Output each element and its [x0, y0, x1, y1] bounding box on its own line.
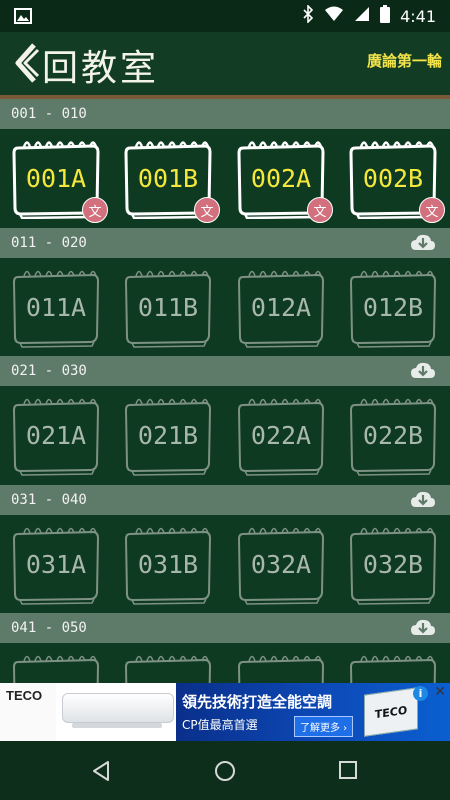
course-name: 廣論第一輪 [366, 52, 442, 70]
ad-close-icon[interactable]: ✕ [434, 684, 446, 700]
lesson-tile[interactable]: 031B [122, 523, 214, 605]
lesson-tile-label: 022A [250, 420, 312, 450]
lesson-tile-label: 011B [137, 292, 199, 322]
app-header: 回教室 廣論第一輪 [0, 32, 450, 95]
ad-learn-more-button[interactable]: 了解更多 › [294, 716, 354, 737]
text-badge-icon[interactable]: 文 [194, 197, 220, 223]
section-range-label: 021 - 030 [11, 363, 87, 379]
status-bar: 4:41 [0, 0, 450, 32]
text-badge-icon[interactable]: 文 [307, 197, 333, 223]
wifi-icon [324, 6, 344, 26]
clock-text: 4:41 [400, 6, 436, 26]
cloud-download-icon[interactable] [410, 361, 436, 381]
ad-banner[interactable]: TECO 領先技術打造全能空調 CP值最高首選 了解更多 › TECO i ✕ [0, 683, 450, 741]
lesson-tile-label: 031B [137, 549, 199, 579]
section-range-label: 031 - 040 [11, 492, 87, 508]
lesson-tile[interactable]: 002A 文 [235, 137, 333, 223]
ad-subtitle: CP值最高首選 [182, 718, 258, 732]
lesson-tile[interactable]: 002B 文 [347, 137, 445, 223]
cloud-download-icon[interactable] [410, 233, 436, 253]
lesson-tile[interactable]: 001B 文 [122, 137, 220, 223]
system-nav-bar [0, 741, 450, 800]
chevron-left-icon [12, 41, 40, 89]
ad-title: 領先技術打造全能空調 [182, 693, 333, 711]
ad-chip-image: TECO [364, 687, 418, 737]
section-range-label: 011 - 020 [11, 235, 87, 251]
ad-brand-panel: TECO [0, 683, 56, 741]
lesson-tile-label: 022B [362, 420, 424, 450]
lesson-tile[interactable]: 032B [347, 523, 439, 605]
section-range-label: 041 - 050 [11, 620, 87, 636]
lesson-tile-label: 031A [25, 549, 87, 579]
cloud-download-icon[interactable] [410, 490, 436, 510]
lesson-tile[interactable]: 022A [235, 394, 327, 476]
text-badge-icon[interactable]: 文 [82, 197, 108, 223]
ad-info-icon[interactable]: i [413, 686, 428, 701]
back-to-classroom-button[interactable]: 回教室 [12, 41, 159, 89]
lesson-tile[interactable]: 001A 文 [10, 137, 108, 223]
lesson-tile[interactable]: 031A [10, 523, 102, 605]
lesson-tile-label: 021A [25, 420, 87, 450]
ad-brand-logo: TECO [6, 688, 43, 703]
section-header: 011 - 020 [0, 228, 450, 258]
lesson-tile[interactable]: 011A [10, 266, 102, 348]
lesson-tile[interactable]: 021B [122, 394, 214, 476]
section-header: 031 - 040 [0, 485, 450, 515]
back-triangle-icon[interactable] [91, 760, 111, 786]
recents-square-icon[interactable] [338, 760, 358, 784]
lesson-tile[interactable]: 011B [122, 266, 214, 348]
air-conditioner-shadow [72, 723, 162, 728]
cloud-download-icon[interactable] [410, 618, 436, 638]
lesson-tile-label: 012A [250, 292, 312, 322]
section-header: 021 - 030 [0, 356, 450, 386]
lesson-tile[interactable]: 021A [10, 394, 102, 476]
lesson-tile[interactable]: 022B [347, 394, 439, 476]
lesson-tile-label: 011A [25, 292, 87, 322]
bluetooth-icon [302, 4, 314, 27]
section-header: 041 - 050 [0, 613, 450, 643]
section-header: 001 - 010 [0, 99, 450, 129]
lesson-tile[interactable]: 012B [347, 266, 439, 348]
lesson-tile-label: 021B [137, 420, 199, 450]
home-circle-icon[interactable] [214, 760, 236, 786]
air-conditioner-image [62, 693, 174, 723]
ad-main-panel: 領先技術打造全能空調 CP值最高首選 了解更多 › TECO [176, 683, 450, 741]
section-range-label: 001 - 010 [11, 106, 87, 122]
lesson-tile[interactable]: 012A [235, 266, 327, 348]
gallery-notification-icon [14, 8, 32, 24]
back-title: 回教室 [42, 47, 160, 89]
lesson-tile-label: 032B [362, 549, 424, 579]
lesson-tile[interactable]: 032A [235, 523, 327, 605]
lesson-tile-label: 012B [362, 292, 424, 322]
signal-icon [354, 6, 370, 26]
text-badge-icon[interactable]: 文 [419, 197, 445, 223]
battery-icon [380, 5, 391, 27]
lesson-tile-label: 032A [250, 549, 312, 579]
